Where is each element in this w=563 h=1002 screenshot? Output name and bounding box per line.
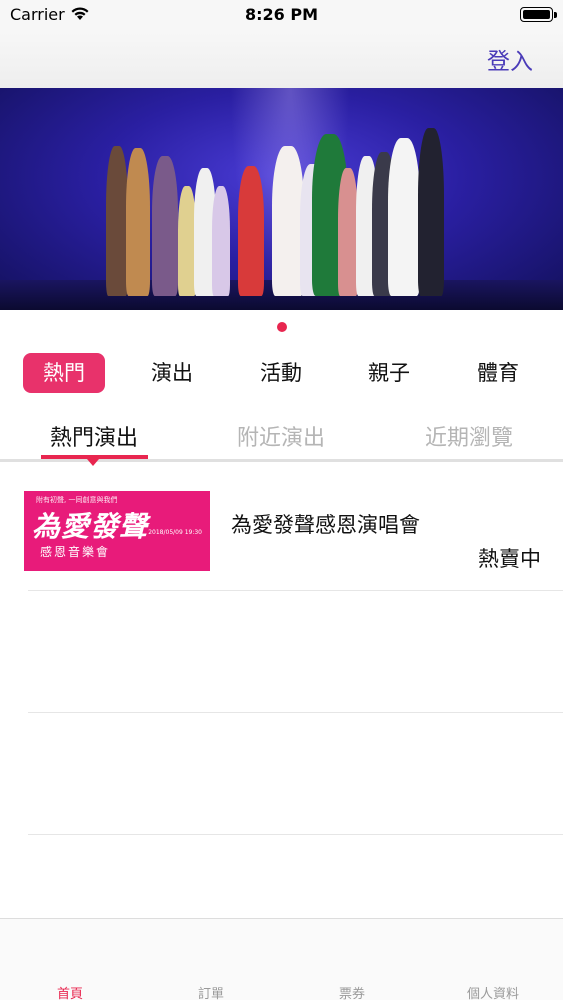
nav-bar: 登入 [0,32,563,88]
row-divider [28,712,563,713]
category-sports[interactable]: 體育 [457,353,539,393]
category-hot[interactable]: 熱門 [23,353,105,393]
login-button[interactable]: 登入 [487,42,533,76]
event-row[interactable]: 附有初聲, 一同創意與我們 為愛發聲 2018/05/09 19:30 感恩音樂… [0,463,563,585]
event-thumbnail[interactable]: 附有初聲, 一同創意與我們 為愛發聲 2018/05/09 19:30 感恩音樂… [24,491,210,571]
category-family[interactable]: 親子 [348,353,430,393]
performer [238,166,264,296]
performer [106,146,128,296]
tab-tickets[interactable]: 票券 [282,983,422,1002]
performer [152,156,178,296]
performer [212,186,230,296]
tab-hot-performances[interactable]: 熱門演出 [19,420,169,452]
tab-nearby-performances[interactable]: 附近演出 [206,420,356,452]
thumbnail-tagline: 附有初聲, 一同創意與我們 [36,496,118,504]
performer [338,168,358,296]
event-title[interactable]: 為愛發聲感恩演唱會 [231,509,420,539]
category-bar: 熱門 演出 活動 親子 體育 [0,350,563,398]
bottom-tab-bar: 首頁 訂單 票券 個人資料 [0,918,563,1002]
thumbnail-title: 為愛發聲 [32,510,149,543]
sub-tab-bar: 熱門演出 附近演出 近期瀏覽 [0,410,563,466]
performer [388,138,420,296]
performer [126,148,150,296]
banner-image[interactable] [0,88,563,310]
tab-home[interactable]: 首頁 [0,983,140,1002]
category-performance[interactable]: 演出 [131,353,213,393]
tab-profile[interactable]: 個人資料 [423,983,563,1002]
thumbnail-subtitle: 感恩音樂會 [40,545,111,559]
tab-orders[interactable]: 訂單 [141,983,281,1002]
event-status: 熱賣中 [478,547,541,571]
status-bar: Carrier 8:26 PM [0,0,563,32]
category-activity[interactable]: 活動 [240,353,322,393]
thumbnail-date: 2018/05/09 19:30 [148,529,202,536]
page-indicator-dot[interactable] [277,322,287,332]
battery-icon [520,7,557,22]
status-time: 8:26 PM [244,5,318,24]
row-divider [28,590,563,591]
row-divider [28,834,563,835]
tab-recently-viewed[interactable]: 近期瀏覽 [394,420,544,452]
performer [418,128,444,296]
